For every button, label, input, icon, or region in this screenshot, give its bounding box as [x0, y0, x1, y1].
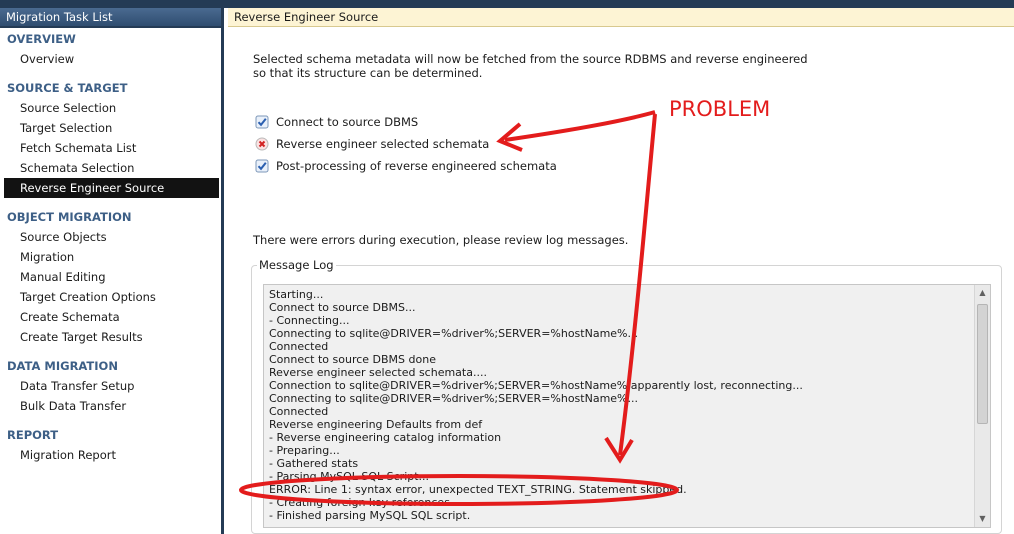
sidebar-item-fetch-schemata-list[interactable]: Fetch Schemata List — [4, 138, 219, 158]
log-line: Connection to sqlite@DRIVER=%driver%;SER… — [269, 379, 803, 392]
log-lines: Starting... Connect to source DBMS... - Co… — [269, 288, 969, 522]
log-line: Connect to source DBMS... — [269, 301, 416, 314]
problem-annotation-label: PROBLEM — [669, 97, 771, 121]
sidebar-item-schemata-selection[interactable]: Schemata Selection — [4, 158, 219, 178]
section-source-target: SOURCE & TARGET — [7, 81, 128, 95]
task-label: Post-processing of reverse engineered sc… — [276, 159, 557, 173]
message-log-area[interactable]: Starting... Connect to source DBMS... - Co… — [263, 284, 991, 528]
log-line: Connected — [269, 405, 329, 418]
log-line: - Connecting... — [269, 314, 350, 327]
task-label: Connect to source DBMS — [276, 115, 419, 129]
log-line: Connecting to sqlite@DRIVER=%driver%;SER… — [269, 327, 638, 340]
log-line: Reverse engineering Defaults from def — [269, 418, 483, 431]
check-icon — [255, 159, 269, 173]
log-line: - Reverse engineering catalog informatio… — [269, 431, 502, 444]
sidebar-item-source-objects[interactable]: Source Objects — [4, 227, 219, 247]
description: Selected schema metadata will now be fet… — [253, 52, 808, 80]
log-line: Reverse engineer selected schemata.... — [269, 366, 487, 379]
sidebar-item-manual-editing[interactable]: Manual Editing — [4, 267, 219, 287]
scroll-thumb[interactable] — [977, 304, 988, 424]
sidebar-item-reverse-engineer-source[interactable]: Reverse Engineer Source — [4, 178, 219, 198]
page-title: Reverse Engineer Source — [228, 8, 1014, 27]
error-x-icon — [255, 137, 269, 151]
sidebar-item-overview[interactable]: Overview — [4, 49, 219, 69]
section-report: REPORT — [7, 428, 59, 442]
description-line-2: so that its structure can be determined. — [253, 66, 483, 80]
sidebar-item-target-selection[interactable]: Target Selection — [4, 118, 219, 138]
sidebar-item-bulk-data-transfer[interactable]: Bulk Data Transfer — [4, 396, 219, 416]
message-log-title: Message Log — [257, 258, 336, 272]
log-line: Connect to source DBMS done — [269, 353, 436, 366]
scroll-up-icon[interactable]: ▲ — [975, 285, 990, 301]
task-connect-source: Connect to source DBMS — [255, 114, 419, 130]
section-object-migration: OBJECT MIGRATION — [7, 210, 132, 224]
sidebar-item-source-selection[interactable]: Source Selection — [4, 98, 219, 118]
sidebar-item-create-schemata[interactable]: Create Schemata — [4, 307, 219, 327]
sidebar-item-data-transfer-setup[interactable]: Data Transfer Setup — [4, 376, 219, 396]
log-line: - Gathered stats — [269, 457, 359, 470]
log-line: ERROR: Line 1: syntax error, unexpected … — [269, 483, 687, 496]
log-line: - Finished parsing MySQL SQL script. — [269, 509, 471, 522]
sidebar-title: Migration Task List — [0, 8, 221, 26]
sidebar-item-create-target-results[interactable]: Create Target Results — [4, 327, 219, 347]
log-line: Starting... — [269, 288, 324, 301]
log-line: - Parsing MySQL SQL Script... — [269, 470, 430, 483]
errors-message: There were errors during execution, plea… — [253, 233, 629, 247]
section-overview: OVERVIEW — [7, 32, 76, 46]
section-data-migration: DATA MIGRATION — [7, 359, 118, 373]
sidebar-item-target-creation-options[interactable]: Target Creation Options — [4, 287, 219, 307]
log-line: Connecting to sqlite@DRIVER=%driver%;SER… — [269, 392, 638, 405]
task-post-processing: Post-processing of reverse engineered sc… — [255, 158, 557, 174]
scroll-down-icon[interactable]: ▼ — [975, 511, 990, 527]
log-line: - Preparing... — [269, 444, 340, 457]
sidebar-item-migration[interactable]: Migration — [4, 247, 219, 267]
task-reverse-engineer: Reverse engineer selected schemata — [255, 136, 490, 152]
sidebar-item-migration-report[interactable]: Migration Report — [4, 445, 219, 465]
main-panel: Reverse Engineer Source Selected schema … — [224, 0, 1014, 534]
log-line: - Creating foreign key references — [269, 496, 450, 509]
log-scrollbar[interactable]: ▲ ▼ — [974, 285, 990, 527]
top-frame — [224, 0, 1014, 8]
description-line-1: Selected schema metadata will now be fet… — [253, 52, 808, 66]
task-label: Reverse engineer selected schemata — [276, 137, 490, 151]
log-line: Connected — [269, 340, 329, 353]
check-icon — [255, 115, 269, 129]
